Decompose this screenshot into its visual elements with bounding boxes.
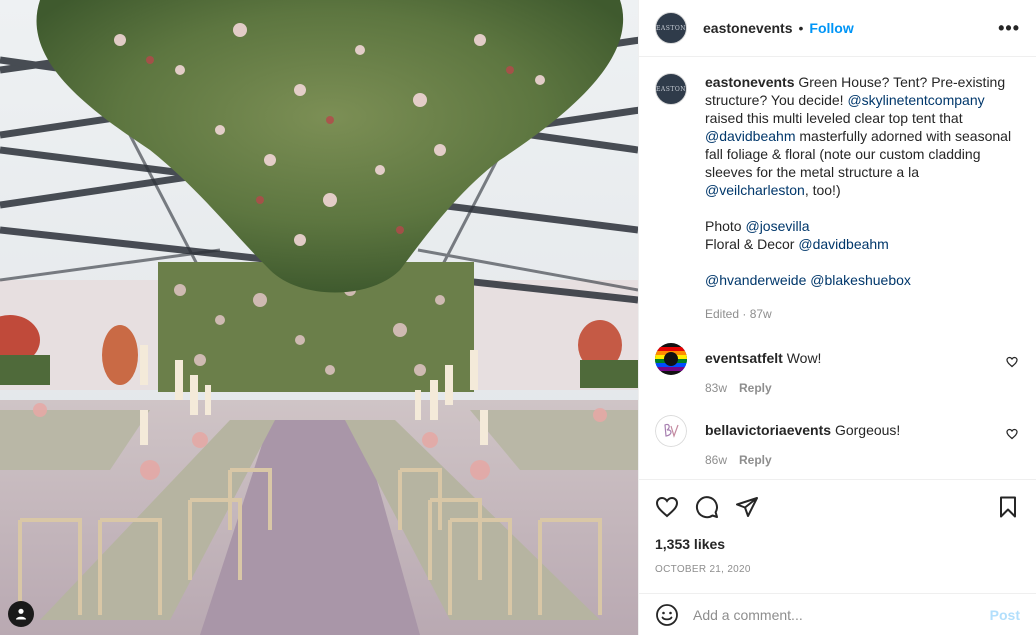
author-username[interactable]: eastonevents xyxy=(703,20,792,36)
caption-paragraph: eastonevents Green House? Tent? Pre-exis… xyxy=(705,73,1020,199)
post-dialog: EASTON eastonevents • Follow ••• EASTON … xyxy=(0,0,1036,635)
caption-avatar[interactable]: EASTON xyxy=(655,73,687,105)
like-heart-icon[interactable] xyxy=(655,495,679,519)
post-photo[interactable] xyxy=(0,0,638,635)
comment-like-icon[interactable] xyxy=(1006,427,1018,443)
comment-item: bellavictoriaevents Gorgeous! 86w Reply xyxy=(655,415,1020,467)
user-tag-button[interactable] xyxy=(8,601,34,627)
avatar-logo-text: EASTON xyxy=(656,24,686,32)
comment-meta: 86w Reply xyxy=(705,453,900,467)
edited-label: Edited xyxy=(705,307,740,321)
comments-list[interactable]: EASTON eastonevents Green House? Tent? P… xyxy=(639,57,1036,479)
caption-tags: @hvanderweide @blakeshuebox xyxy=(705,271,1020,289)
reply-button[interactable]: Reply xyxy=(739,381,772,395)
comment-text: Wow! xyxy=(786,350,822,366)
bv-logo-avatar-icon xyxy=(655,415,687,447)
emoji-icon[interactable] xyxy=(655,603,679,627)
comment-time[interactable]: 86w xyxy=(705,453,727,467)
share-paper-plane-icon[interactable] xyxy=(735,495,759,519)
comment-like-icon[interactable] xyxy=(1006,355,1018,371)
header-separator: • xyxy=(798,20,804,36)
caption-photo-credit: Photo @josevilla xyxy=(705,217,1020,235)
comment-text-row: bellavictoriaevents Gorgeous! xyxy=(705,415,900,439)
mention-link[interactable]: @hvanderweide xyxy=(705,272,806,288)
more-options-icon[interactable]: ••• xyxy=(998,19,1020,37)
action-icons xyxy=(655,494,1020,520)
comment-username[interactable]: bellavictoriaevents xyxy=(705,422,831,438)
likes-count[interactable]: 1,353 likes xyxy=(655,536,1020,552)
mention-link[interactable]: @josevilla xyxy=(745,218,809,234)
tent-event-photo xyxy=(0,0,638,635)
rainbow-avatar-icon xyxy=(655,343,687,375)
add-comment-bar: Post xyxy=(639,593,1036,635)
caption-meta: Edited · 87w xyxy=(705,305,1020,323)
comment-input[interactable] xyxy=(693,606,990,623)
caption-time[interactable]: 87w xyxy=(750,307,772,321)
comment-bubble-icon[interactable] xyxy=(695,495,719,519)
post-header: EASTON eastonevents • Follow ••• xyxy=(639,0,1036,57)
avatar-logo-text: EASTON xyxy=(656,85,686,93)
comment-username[interactable]: eventsatfelt xyxy=(705,350,783,366)
post-comment-button[interactable]: Post xyxy=(990,607,1020,623)
caption-text: raised this multi leveled clear top tent… xyxy=(705,110,963,126)
post-side-panel: EASTON eastonevents • Follow ••• EASTON … xyxy=(638,0,1036,635)
comment-time[interactable]: 83w xyxy=(705,381,727,395)
caption-username[interactable]: eastonevents xyxy=(705,74,794,90)
mention-link[interactable]: @veilcharleston xyxy=(705,182,805,198)
comment-meta: 83w Reply xyxy=(705,381,821,395)
caption-floral-credit: Floral & Decor @davidbeahm xyxy=(705,235,1020,253)
mention-link[interactable]: @davidbeahm xyxy=(705,128,796,144)
commenter-avatar[interactable] xyxy=(655,415,687,447)
mention-link[interactable]: @davidbeahm xyxy=(798,236,889,252)
author-avatar[interactable]: EASTON xyxy=(655,12,687,44)
comment-text: Gorgeous! xyxy=(834,422,901,438)
caption-text: Floral & Decor xyxy=(705,236,799,252)
follow-button[interactable]: Follow xyxy=(809,20,853,36)
caption-text: Photo xyxy=(705,218,746,234)
caption-text: , too!) xyxy=(804,182,841,198)
comment-item: eventsatfelt Wow! 83w Reply xyxy=(655,343,1020,395)
mention-link[interactable]: @skylinetentcompany xyxy=(847,92,984,108)
bookmark-icon[interactable] xyxy=(996,495,1020,519)
caption-body: eastonevents Green House? Tent? Pre-exis… xyxy=(705,73,1020,323)
commenter-avatar[interactable] xyxy=(655,343,687,375)
mention-link[interactable]: @blakeshuebox xyxy=(810,272,911,288)
post-date[interactable]: October 21, 2020 xyxy=(655,564,1020,575)
reply-button[interactable]: Reply xyxy=(739,453,772,467)
comment-text-row: eventsatfelt Wow! xyxy=(705,343,821,367)
meta-separator: · xyxy=(739,307,750,321)
person-icon xyxy=(16,608,26,620)
caption: EASTON eastonevents Green House? Tent? P… xyxy=(655,73,1020,323)
